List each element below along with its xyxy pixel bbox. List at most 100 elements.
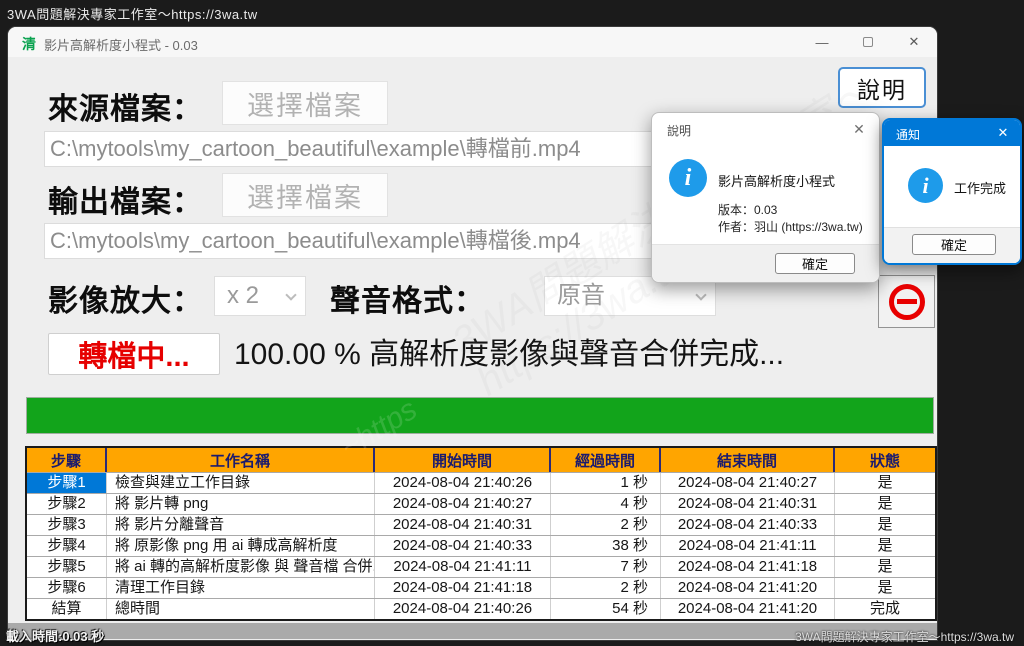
progress-caption: 100.00 % 高解析度影像與聲音合併完成... xyxy=(234,333,784,375)
help-dialog: 說明 ✕ i 影片高解析度小程式 版本：0.03 作者：羽山 (https://… xyxy=(651,112,880,283)
close-icon[interactable]: ✕ xyxy=(994,124,1012,142)
output-pick-button[interactable]: 選擇檔案 xyxy=(222,173,388,217)
cell-end: 2024-08-04 21:41:18 xyxy=(661,557,835,577)
cell-step: 步驟2 xyxy=(27,494,107,514)
desktop-bottom-title: 3WA問題解決專家工作室～https://3wa.tw xyxy=(795,628,1014,645)
help-app-name: 影片高解析度小程式 xyxy=(718,171,835,190)
table-row[interactable]: 步驟2 將 影片轉 png 2024-08-04 21:40:27 4 秒 20… xyxy=(27,493,935,514)
desktop-title: 3WA問題解決專家工作室～https://3wa.tw xyxy=(7,4,258,23)
table-row[interactable]: 結算 總時間 2024-08-04 21:40:26 54 秒 2024-08-… xyxy=(27,598,935,619)
help-version-line: 版本：0.03 xyxy=(718,201,777,218)
converting-button[interactable]: 轉檔中... xyxy=(48,333,220,375)
source-file-label: 來源檔案： xyxy=(48,84,203,128)
cell-elapsed: 2 秒 xyxy=(551,515,661,535)
cell-status: 是 xyxy=(835,473,935,493)
cell-elapsed: 4 秒 xyxy=(551,494,661,514)
cell-task: 將 影片分離聲音 xyxy=(107,515,375,535)
app-icon: 清 xyxy=(22,34,36,54)
cell-step: 結算 xyxy=(27,599,107,619)
output-path-input[interactable]: C:\mytools\my_cartoon_beautiful\example\… xyxy=(44,223,674,259)
cell-end: 2024-08-04 21:40:27 xyxy=(661,473,835,493)
desktop: 3WA問題解決專家工作室～https://3wa.tw 3WA問題解決專家工作室… xyxy=(0,0,1024,646)
task-table: 步驟 工作名稱 開始時間 經過時間 結束時間 狀態 步驟1 檢查與建立工作目錄 … xyxy=(25,446,937,621)
cell-end: 2024-08-04 21:40:31 xyxy=(661,494,835,514)
maximize-icon xyxy=(863,37,873,47)
cell-end: 2024-08-04 21:40:33 xyxy=(661,515,835,535)
audio-format-value: 原音 xyxy=(557,282,605,309)
cell-step: 步驟4 xyxy=(27,536,107,556)
close-icon[interactable]: ✕ xyxy=(849,119,869,139)
cell-step: 步驟5 xyxy=(27,557,107,577)
cell-task: 清理工作目錄 xyxy=(107,578,375,598)
cell-start: 2024-08-04 21:41:11 xyxy=(375,557,551,577)
cell-status: 是 xyxy=(835,557,935,577)
scale-label: 影像放大： xyxy=(48,276,203,320)
column-header-start: 開始時間 xyxy=(375,448,551,472)
cell-start: 2024-08-04 21:40:26 xyxy=(375,473,551,493)
info-icon: i xyxy=(908,168,943,203)
table-row[interactable]: 步驟5 將 ai 轉的高解析度影像 與 聲音檔 合併... 2024-08-04… xyxy=(27,556,935,577)
cell-step: 步驟3 xyxy=(27,515,107,535)
source-path-input[interactable]: C:\mytools\my_cartoon_beautiful\example\… xyxy=(44,131,666,167)
column-header-end: 結束時間 xyxy=(661,448,835,472)
cell-start: 2024-08-04 21:40:27 xyxy=(375,494,551,514)
notify-dialog-title: 通知 xyxy=(896,126,920,143)
help-button[interactable]: 說明 xyxy=(838,67,926,108)
cell-end: 2024-08-04 21:41:11 xyxy=(661,536,835,556)
column-header-status: 狀態 xyxy=(835,448,935,472)
scale-value: x 2 xyxy=(227,282,259,309)
cell-task: 檢查與建立工作目錄 xyxy=(107,473,375,493)
notify-message: 工作完成 xyxy=(954,178,1006,197)
load-time-status: 載入時間:0.03 秒 xyxy=(6,626,104,645)
cell-start: 2024-08-04 21:40:26 xyxy=(375,599,551,619)
audio-format-label: 聲音格式： xyxy=(330,276,485,320)
cell-end: 2024-08-04 21:41:20 xyxy=(661,599,835,619)
source-pick-button[interactable]: 選擇檔案 xyxy=(222,81,388,125)
progress-fill xyxy=(27,398,933,433)
table-header-row: 步驟 工作名稱 開始時間 經過時間 結束時間 狀態 xyxy=(27,448,935,472)
column-header-elapsed: 經過時間 xyxy=(551,448,661,472)
cell-task: 總時間 xyxy=(107,599,375,619)
cell-start: 2024-08-04 21:40:33 xyxy=(375,536,551,556)
help-dialog-title: 說明 xyxy=(667,122,691,139)
scale-select[interactable]: x 2 xyxy=(214,276,306,316)
table-row[interactable]: 步驟6 清理工作目錄 2024-08-04 21:41:18 2 秒 2024-… xyxy=(27,577,935,598)
minimize-button[interactable]: — xyxy=(799,27,845,57)
output-file-label: 輸出檔案： xyxy=(48,177,203,221)
maximize-button[interactable] xyxy=(845,27,891,57)
stop-button[interactable] xyxy=(878,275,935,328)
info-icon: i xyxy=(669,159,707,197)
notify-dialog: 通知 ✕ i 工作完成 確定 xyxy=(882,118,1022,265)
cell-status: 是 xyxy=(835,494,935,514)
ok-button[interactable]: 確定 xyxy=(912,234,996,255)
chevron-down-icon xyxy=(285,289,296,300)
table-row[interactable]: 步驟1 檢查與建立工作目錄 2024-08-04 21:40:26 1 秒 20… xyxy=(27,472,935,493)
window-titlebar: 清 影片高解析度小程式 - 0.03 — ✕ xyxy=(8,27,937,57)
cell-start: 2024-08-04 21:40:31 xyxy=(375,515,551,535)
help-author-line: 作者：羽山 (https://3wa.tw) xyxy=(718,218,863,235)
cell-elapsed: 2 秒 xyxy=(551,578,661,598)
column-header-task: 工作名稱 xyxy=(107,448,375,472)
cell-status: 完成 xyxy=(835,599,935,619)
cell-elapsed: 38 秒 xyxy=(551,536,661,556)
cell-elapsed: 7 秒 xyxy=(551,557,661,577)
table-row[interactable]: 步驟3 將 影片分離聲音 2024-08-04 21:40:31 2 秒 202… xyxy=(27,514,935,535)
cell-task: 將 影片轉 png xyxy=(107,494,375,514)
cell-status: 是 xyxy=(835,536,935,556)
stop-icon xyxy=(889,284,925,320)
close-button[interactable]: ✕ xyxy=(891,27,937,57)
notify-dialog-footer: 確定 xyxy=(884,227,1020,263)
cell-step: 步驟6 xyxy=(27,578,107,598)
cell-start: 2024-08-04 21:41:18 xyxy=(375,578,551,598)
cell-status: 是 xyxy=(835,578,935,598)
window-title: 影片高解析度小程式 - 0.03 xyxy=(44,35,198,54)
cell-elapsed: 1 秒 xyxy=(551,473,661,493)
chevron-down-icon xyxy=(695,289,706,300)
help-dialog-footer: 確定 xyxy=(652,244,879,282)
progress-bar xyxy=(26,397,934,434)
cell-elapsed: 54 秒 xyxy=(551,599,661,619)
table-row[interactable]: 步驟4 將 原影像 png 用 ai 轉成高解析度 2024-08-04 21:… xyxy=(27,535,935,556)
cell-status: 是 xyxy=(835,515,935,535)
ok-button[interactable]: 確定 xyxy=(775,253,855,274)
cell-end: 2024-08-04 21:41:20 xyxy=(661,578,835,598)
